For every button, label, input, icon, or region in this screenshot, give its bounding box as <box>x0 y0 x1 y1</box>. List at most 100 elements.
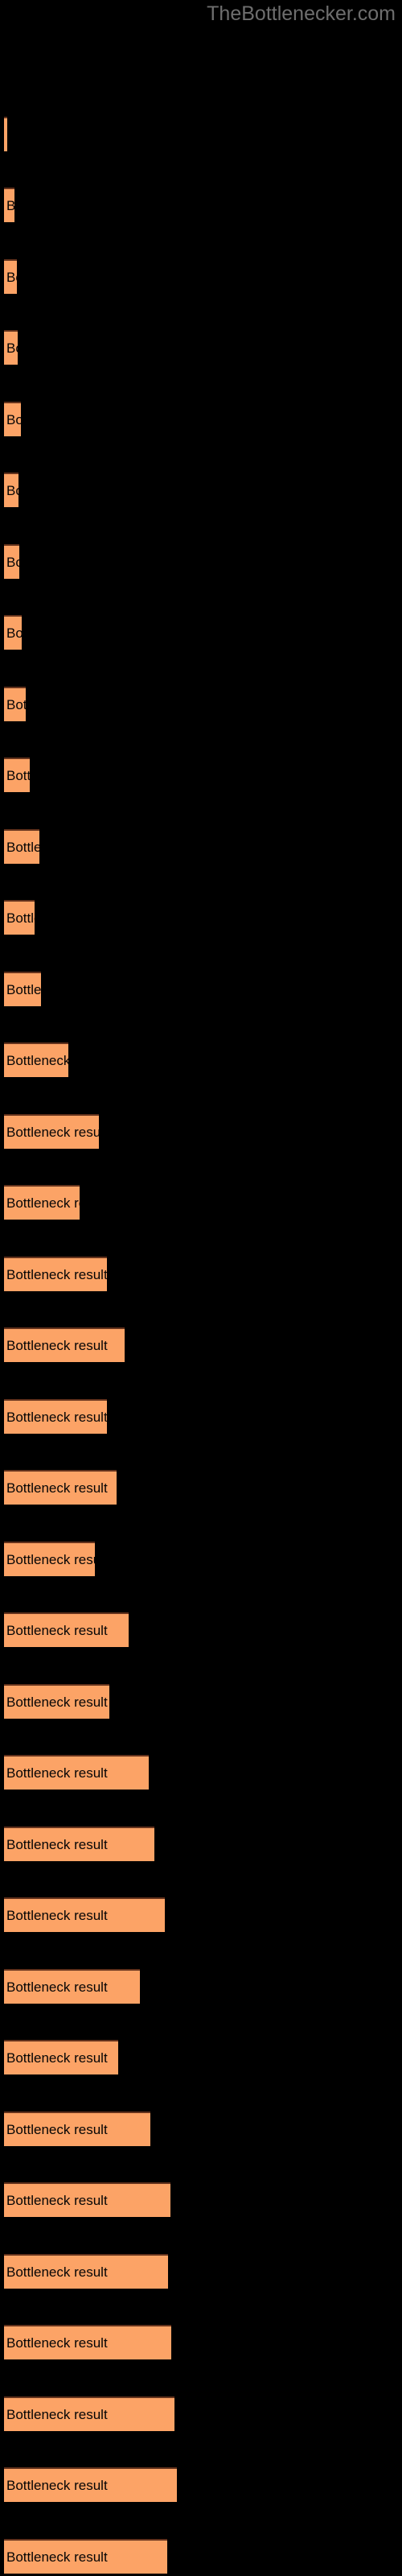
bar-row: Bottleneck result <box>0 2396 402 2432</box>
bar-label: Bottleneck result <box>6 2050 108 2066</box>
bar-label: Bottleneck result <box>6 340 18 356</box>
bar[interactable]: Bottleneck result <box>4 2254 168 2289</box>
bar[interactable]: Bottleneck result <box>4 615 22 650</box>
bar-row: Bottleneck result <box>0 2254 402 2289</box>
bar-label: Bottleneck result <box>6 1836 108 1852</box>
bar-row: Bottleneck result <box>0 402 402 437</box>
bar-label: Bottleneck result <box>6 1409 107 1425</box>
bar[interactable]: Bottleneck result <box>4 473 18 507</box>
bar[interactable]: Bottleneck result <box>4 330 18 365</box>
bar-label: Bottleneck result <box>6 1337 108 1353</box>
bar[interactable]: Bottleneck result <box>4 2396 174 2431</box>
bar-label: Bottleneck result <box>6 696 26 712</box>
bar[interactable]: Bottleneck result <box>4 117 7 151</box>
bar-row: Bottleneck result <box>0 900 402 935</box>
bar[interactable]: Bottleneck result <box>4 1399 107 1434</box>
bar-label: Bottleneck result <box>6 2264 108 2280</box>
bar-label: Bottleneck result <box>6 2549 108 2565</box>
bar-chart-plot-area: Bottleneck result Bottleneck result Bottle… <box>0 0 402 2576</box>
bar[interactable]: Bottleneck result <box>4 544 19 579</box>
bar[interactable]: Bottleneck result <box>4 2539 167 2574</box>
bar[interactable]: Bottleneck result <box>4 1470 117 1505</box>
bar[interactable]: Bottleneck result <box>4 1542 95 1576</box>
bar-row: Bottleneck result <box>0 1542 402 1577</box>
bar-row: Bottleneck result <box>0 1827 402 1862</box>
bar-row: Bottleneck result <box>0 330 402 365</box>
bar-row: Bottleneck result <box>0 1897 402 1933</box>
bar-row: Bottleneck result <box>0 1042 402 1078</box>
bar-label: Bottleneck result <box>6 1266 107 1282</box>
bar[interactable]: Bottleneck result <box>4 1042 68 1077</box>
bar-row: Bottleneck result <box>0 1185 402 1220</box>
bar[interactable]: Bottleneck result <box>4 188 14 222</box>
bar[interactable]: Bottleneck result <box>4 402 21 436</box>
bar-row: Bottleneck result <box>0 687 402 722</box>
bar[interactable]: Bottleneck result <box>4 1755 149 1790</box>
bar[interactable]: Bottleneck result <box>4 1684 109 1719</box>
bar[interactable]: Bottleneck result <box>4 758 30 792</box>
bar-label: Bottleneck result <box>6 1052 68 1068</box>
bar-label: Bottleneck result <box>6 839 39 855</box>
bar-row: Bottleneck result <box>0 2467 402 2503</box>
bar-row: Bottleneck result <box>0 2325 402 2360</box>
bar[interactable]: Bottleneck result <box>4 1827 154 1861</box>
bar-row: Bottleneck result <box>0 972 402 1007</box>
bar[interactable]: Bottleneck result <box>4 1897 165 1932</box>
bar-label: Bottleneck result <box>6 1195 80 1211</box>
bar-label: Bottleneck result <box>6 554 19 570</box>
bar-row: Bottleneck result <box>0 188 402 223</box>
bar[interactable]: Bottleneck result <box>4 1612 129 1647</box>
bar-row: Bottleneck result <box>0 1684 402 1719</box>
bar[interactable]: Bottleneck result <box>4 829 39 864</box>
bar-row: Bottleneck result <box>0 544 402 580</box>
bar-label: Bottleneck result <box>6 1622 108 1638</box>
bar-label: Bottleneck result <box>6 2192 108 2208</box>
bar[interactable]: Bottleneck result <box>4 2467 177 2502</box>
bar-row: Bottleneck result <box>0 1969 402 2004</box>
bar-row: Bottleneck result <box>0 473 402 508</box>
bar-row: Bottleneck result <box>0 1399 402 1435</box>
bar[interactable]: Bottleneck result <box>4 1114 99 1149</box>
bar-label: Bottleneck result <box>6 1907 108 1923</box>
bar[interactable]: Bottleneck result <box>4 2112 150 2146</box>
bar[interactable]: Bottleneck result <box>4 900 35 935</box>
bar-row: Bottleneck result <box>0 1612 402 1648</box>
bar[interactable]: Bottleneck result <box>4 2325 171 2359</box>
bar[interactable]: Bottleneck result <box>4 2040 118 2074</box>
bar-row: Bottleneck result <box>0 829 402 865</box>
bar-row: Bottleneck result <box>0 758 402 793</box>
bar[interactable]: Bottleneck result <box>4 259 17 294</box>
bar-label: Bottleneck result <box>6 1765 108 1781</box>
bar-row: Bottleneck result <box>0 2040 402 2075</box>
bar[interactable]: Bottleneck result <box>4 1327 125 1362</box>
bar-row: Bottleneck result <box>0 1327 402 1363</box>
bar[interactable]: Bottleneck result <box>4 687 26 721</box>
bar-label: Bottleneck result <box>6 482 18 498</box>
bar-label: Bottleneck result <box>6 625 22 641</box>
bar-row: Bottleneck result <box>0 1755 402 1790</box>
bar[interactable]: Bottleneck result <box>4 1969 140 2004</box>
bar-label: Bottleneck result <box>6 1694 108 1710</box>
bar[interactable]: Bottleneck result <box>4 1257 107 1291</box>
bar-label: Bottleneck result <box>6 2121 108 2137</box>
bar-row: Bottleneck result <box>0 2112 402 2147</box>
bar-label: Bottleneck result <box>6 1124 99 1140</box>
bar[interactable]: Bottleneck result <box>4 972 41 1006</box>
bar-label: Bottleneck result <box>6 127 7 143</box>
bar-label: Bottleneck result <box>6 2406 108 2422</box>
bar-label: Bottleneck result <box>6 198 14 214</box>
chart-page: TheBottlenecker.com Bottleneck resultBot… <box>0 0 402 2576</box>
bar-label: Bottleneck result <box>6 767 30 783</box>
bar-row: Bottleneck result <box>0 1114 402 1150</box>
bar-label: Bottleneck result <box>6 910 35 926</box>
bar-label: Bottleneck result <box>6 269 17 285</box>
bar-label: Bottleneck result <box>6 981 41 997</box>
bar[interactable]: Bottleneck result <box>4 1185 80 1220</box>
bar-row: Bottleneck result <box>0 615 402 650</box>
bar-row: Bottleneck result <box>0 1257 402 1292</box>
bar-label: Bottleneck result <box>6 1551 95 1567</box>
bar-row: Bottleneck result <box>0 117 402 152</box>
bar[interactable]: Bottleneck result <box>4 2182 170 2217</box>
bar-label: Bottleneck result <box>6 411 21 427</box>
bar-row: Bottleneck result <box>0 259 402 295</box>
